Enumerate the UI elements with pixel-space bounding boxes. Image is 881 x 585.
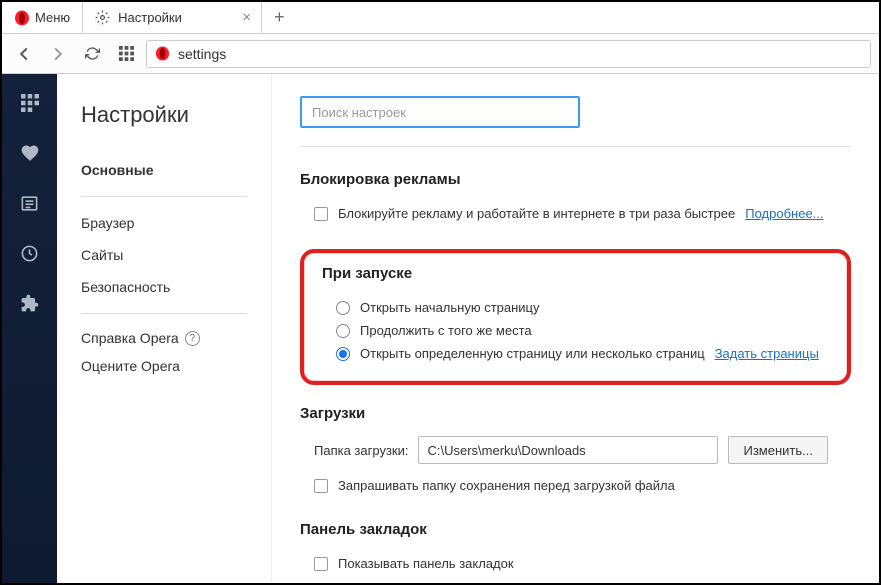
- nav-item-basic[interactable]: Основные: [81, 154, 247, 186]
- ask-folder-checkbox-row[interactable]: Запрашивать папку сохранения перед загру…: [300, 474, 851, 497]
- nav-rate-link[interactable]: Оцените Opera: [81, 352, 247, 380]
- address-text: settings: [178, 46, 226, 62]
- adblock-title: Блокировка рекламы: [300, 171, 851, 188]
- divider: [300, 146, 851, 147]
- tab-title: Настройки: [118, 10, 182, 25]
- adblock-label: Блокируйте рекламу и работайте в интерне…: [338, 206, 735, 221]
- new-tab-button[interactable]: +: [262, 7, 297, 28]
- section-downloads: Загрузки Папка загрузки: C:\Users\merku\…: [300, 405, 851, 497]
- startup-option-specific[interactable]: Открыть определенную страницу или нескол…: [322, 342, 829, 365]
- downloads-title: Загрузки: [300, 405, 851, 422]
- nav-help-link[interactable]: Справка Opera ?: [81, 324, 247, 352]
- left-rail: [2, 74, 57, 583]
- bookmarks-bar-title: Панель закладок: [300, 521, 851, 538]
- nav-separator: [81, 313, 247, 314]
- extensions-icon[interactable]: [19, 292, 41, 314]
- tab-close-icon[interactable]: ×: [242, 9, 251, 26]
- forward-button[interactable]: [44, 40, 72, 68]
- checkbox-icon[interactable]: [314, 557, 328, 571]
- startup-title: При запуске: [322, 265, 829, 282]
- nav-item-browser[interactable]: Браузер: [81, 207, 247, 239]
- help-icon: ?: [185, 331, 200, 346]
- reload-button[interactable]: [78, 40, 106, 68]
- opera-url-icon: [155, 46, 170, 61]
- nav-item-websites[interactable]: Сайты: [81, 239, 247, 271]
- browser-window: Меню Настройки × + settings Нас: [2, 2, 879, 583]
- startup-option-continue[interactable]: Продолжить с того же места: [322, 319, 829, 342]
- tab-settings[interactable]: Настройки ×: [82, 2, 262, 33]
- ask-folder-label: Запрашивать папку сохранения перед загру…: [338, 478, 675, 493]
- download-folder-value: C:\Users\merku\Downloads: [427, 443, 585, 458]
- news-icon[interactable]: [19, 192, 41, 214]
- nav-help-label: Справка Opera: [81, 330, 179, 346]
- settings-main: Поиск настроек Блокировка рекламы Блокир…: [272, 74, 879, 583]
- gear-icon: [95, 10, 110, 25]
- change-folder-button[interactable]: Изменить...: [728, 436, 827, 464]
- adblock-learn-more-link[interactable]: Подробнее...: [745, 206, 823, 221]
- nav-toolbar: settings: [2, 34, 879, 74]
- bookmarks-icon[interactable]: [19, 142, 41, 164]
- startup-opt1-label: Открыть начальную страницу: [360, 300, 540, 315]
- radio-icon[interactable]: [336, 324, 350, 338]
- speed-dial-icon[interactable]: [19, 92, 41, 114]
- startup-option-startpage[interactable]: Открыть начальную страницу: [322, 296, 829, 319]
- settings-sidebar: Настройки Основные Браузер Сайты Безопас…: [57, 74, 272, 583]
- speed-dial-button[interactable]: [112, 40, 140, 68]
- titlebar: Меню Настройки × +: [2, 2, 879, 34]
- download-folder-input[interactable]: C:\Users\merku\Downloads: [418, 436, 718, 464]
- nav-rate-label: Оцените Opera: [81, 358, 180, 374]
- change-btn-label: Изменить...: [743, 443, 812, 458]
- back-button[interactable]: [10, 40, 38, 68]
- nav-separator: [81, 196, 247, 197]
- content-area: Настройки Основные Браузер Сайты Безопас…: [2, 74, 879, 583]
- show-bookmarks-checkbox-row[interactable]: Показывать панель закладок: [300, 552, 851, 575]
- settings-search-input[interactable]: Поиск настроек: [300, 96, 580, 128]
- checkbox-icon[interactable]: [314, 479, 328, 493]
- menu-button[interactable]: Меню: [2, 2, 82, 33]
- checkbox-icon[interactable]: [314, 207, 328, 221]
- settings-title: Настройки: [81, 102, 247, 128]
- adblock-checkbox-row[interactable]: Блокируйте рекламу и работайте в интерне…: [300, 202, 851, 225]
- set-pages-link[interactable]: Задать страницы: [715, 346, 819, 361]
- radio-icon[interactable]: [336, 301, 350, 315]
- download-folder-label: Папка загрузки:: [314, 443, 408, 458]
- address-bar[interactable]: settings: [146, 40, 871, 68]
- radio-icon-checked[interactable]: [336, 347, 350, 361]
- history-icon[interactable]: [19, 242, 41, 264]
- section-adblock: Блокировка рекламы Блокируйте рекламу и …: [300, 171, 851, 225]
- startup-opt2-label: Продолжить с того же места: [360, 323, 532, 338]
- show-bookmarks-label: Показывать панель закладок: [338, 556, 514, 571]
- section-bookmarks-bar: Панель закладок Показывать панель заклад…: [300, 521, 851, 575]
- menu-label: Меню: [35, 10, 70, 25]
- search-placeholder: Поиск настроек: [312, 105, 406, 120]
- section-startup-highlight: При запуске Открыть начальную страницу П…: [300, 249, 851, 385]
- nav-item-privacy[interactable]: Безопасность: [81, 271, 247, 303]
- opera-logo-icon: [14, 10, 30, 26]
- startup-opt3-label: Открыть определенную страницу или нескол…: [360, 346, 705, 361]
